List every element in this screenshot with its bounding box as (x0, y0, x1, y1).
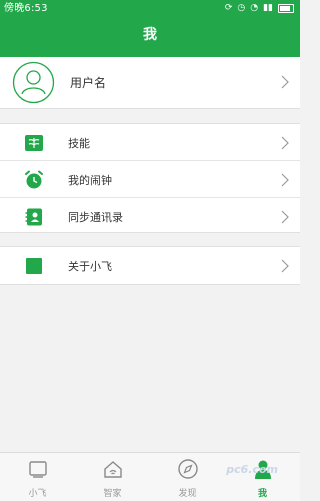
chevron-right-icon (281, 75, 289, 89)
menu-group-about: 关于小飞 (0, 246, 300, 285)
menu-label-contacts: 同步通讯录 (68, 211, 123, 224)
signal-icon: ▮▮ (263, 3, 273, 13)
wifi-icon: ◔ (250, 3, 259, 13)
tab-label-me: 我 (257, 489, 267, 499)
smart-home-icon (104, 461, 122, 478)
tab-xiaofei[interactable]: 小飞 (0, 453, 75, 501)
menu-label-skills: 技能 (68, 137, 90, 150)
menu-item-about[interactable]: 关于小飞 (0, 247, 300, 283)
sync-icon: ⟳ (224, 3, 233, 13)
username: 用户名 (70, 76, 107, 90)
about-square-icon (26, 258, 42, 274)
tab-discover[interactable]: 发现 (150, 453, 225, 501)
status-icons: ⟳ ◷ ◔ ▮▮ (225, 0, 294, 17)
menu-item-alarm[interactable]: 我的闹钟 (0, 161, 300, 197)
page-title: 我 (143, 27, 157, 43)
alarm-clock-icon (25, 170, 43, 189)
menu-label-about: 关于小飞 (68, 260, 112, 273)
screen-icon (29, 461, 47, 478)
battery-icon (278, 4, 294, 13)
tab-label-xiaofei: 小飞 (28, 489, 47, 499)
avatar-icon (12, 61, 55, 104)
skill-book-icon (25, 135, 43, 151)
chevron-right-icon (281, 259, 289, 273)
alarm-status-icon: ◷ (237, 3, 246, 13)
tab-label-discover: 发现 (178, 489, 197, 499)
contacts-icon (25, 208, 42, 226)
chevron-right-icon (281, 136, 289, 150)
menu-group-main: 技能 我的闹钟 同步通讯录 (0, 123, 300, 233)
app-header: 傍晚6:53 ⟳ ◷ ◔ ▮▮ 我 (0, 0, 300, 57)
chevron-right-icon (281, 210, 289, 224)
menu-item-contacts[interactable]: 同步通讯录 (0, 198, 300, 234)
compass-icon (178, 459, 198, 479)
status-bar: 傍晚6:53 ⟳ ◷ ◔ ▮▮ (0, 0, 300, 17)
watermark: pc6.com (226, 463, 278, 476)
tab-label-smart-home: 智家 (103, 489, 122, 499)
tab-me[interactable]: 我 (225, 453, 300, 501)
profile-row[interactable]: 用户名 (0, 57, 300, 109)
bottom-tab-bar: 小飞 智家 发现 我 (0, 452, 300, 501)
tab-smart-home[interactable]: 智家 (75, 453, 150, 501)
menu-item-skills[interactable]: 技能 (0, 124, 300, 160)
status-time: 傍晚6:53 (4, 3, 48, 14)
menu-label-alarm: 我的闹钟 (68, 174, 112, 187)
chevron-right-icon (281, 173, 289, 187)
